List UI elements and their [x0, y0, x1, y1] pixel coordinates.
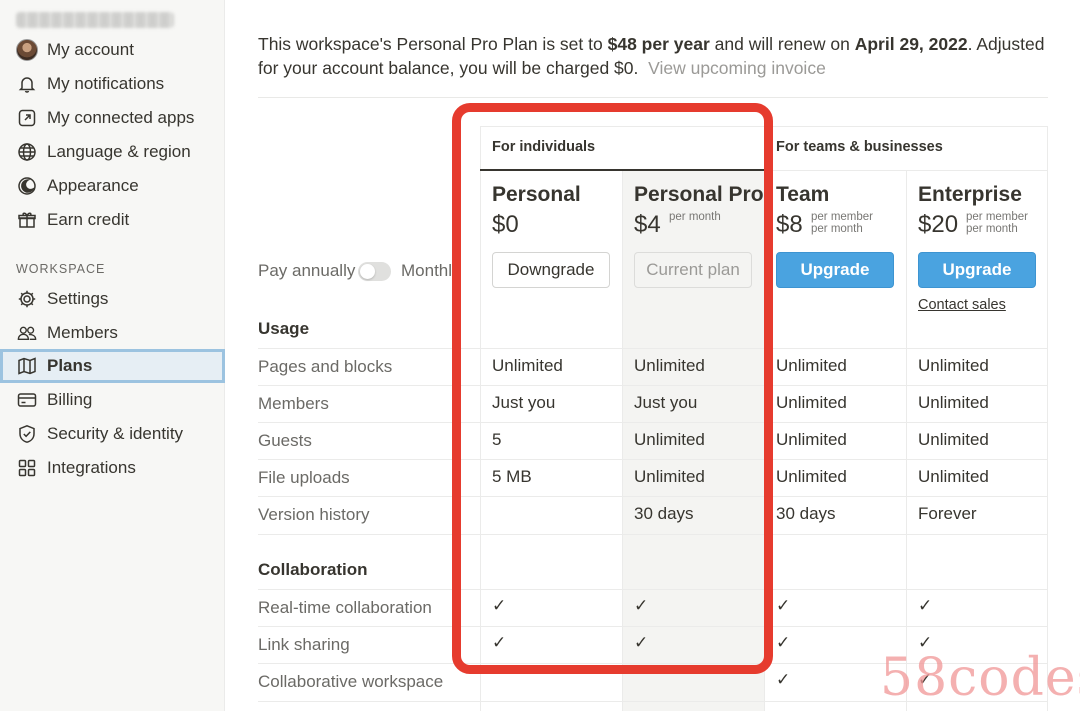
feature-label: File uploads: [258, 468, 350, 487]
plan-unit-line: per member: [966, 211, 1028, 223]
check-icon: ✓: [918, 596, 933, 615]
divider: [258, 97, 1048, 98]
plan-name-enterprise: Enterprise: [918, 183, 1022, 206]
table-cell: Unlimited: [776, 430, 847, 449]
plan-price-team: $8: [776, 211, 803, 238]
sidebar-item-appearance[interactable]: Appearance: [0, 169, 225, 203]
sidebar-item-label: Earn credit: [47, 210, 130, 229]
feature-label: Real-time collaboration: [258, 598, 432, 617]
sidebar-item-language-region[interactable]: Language & region: [0, 135, 225, 169]
bell-icon: [16, 73, 38, 95]
check-icon: ✓: [776, 670, 791, 689]
account-email-redacted: [16, 12, 174, 28]
sidebar-item-members[interactable]: Members: [0, 316, 225, 350]
table-cell: 30 days: [776, 504, 836, 523]
annotation-highlight-box: [452, 103, 773, 674]
check-icon: ✓: [776, 633, 791, 652]
sidebar-item-my-connected-apps[interactable]: My connected apps: [0, 101, 225, 135]
pay-annually-label: Pay annually: [258, 261, 356, 280]
sidebar-item-label: My connected apps: [47, 108, 195, 127]
gear-icon: [16, 288, 38, 310]
sidebar-item-label: Settings: [47, 289, 109, 308]
map-icon: [16, 355, 38, 377]
view-upcoming-invoice-link[interactable]: View upcoming invoice: [648, 58, 826, 78]
column-divider: [1047, 126, 1048, 711]
sidebar-item-my-account[interactable]: My account: [0, 33, 225, 67]
column-divider: [906, 171, 907, 711]
sidebar-item-label: Integrations: [47, 458, 136, 477]
feature-label: Collaborative workspace: [258, 672, 444, 691]
contact-sales-link[interactable]: Contact sales: [918, 297, 1006, 313]
table-cell: Unlimited: [918, 356, 989, 375]
sidebar-item-label: Plans: [47, 356, 93, 375]
check-icon: ✓: [776, 596, 791, 615]
sidebar-item-label: My account: [47, 40, 134, 59]
workspace-section-label: WORKSPACE: [16, 262, 106, 276]
notice-text: This workspace's Personal Pro Plan is se…: [258, 34, 608, 54]
plan-price-enterprise: $20: [918, 211, 959, 238]
external-link-icon: [16, 107, 38, 129]
feature-label: Pages and blocks: [258, 357, 393, 376]
table-cell: Unlimited: [776, 356, 847, 375]
table-cell: Unlimited: [776, 393, 847, 412]
section-title-collaboration: Collaboration: [258, 560, 368, 579]
billing-period-toggle[interactable]: [358, 262, 391, 281]
feature-label: Link sharing: [258, 635, 350, 654]
grid-icon: [16, 457, 38, 479]
feature-label: Guests: [258, 431, 312, 450]
plan-unit-team: per member per month: [811, 211, 873, 235]
group-label-teams: For teams & businesses: [776, 139, 943, 155]
shield-icon: [16, 423, 38, 445]
settings-sidebar: My account My notifications My connected…: [0, 0, 225, 711]
globe-icon: [16, 141, 38, 163]
sidebar-item-label: Language & region: [47, 142, 191, 161]
sidebar-item-my-notifications[interactable]: My notifications: [0, 67, 225, 101]
sidebar-item-label: Security & identity: [47, 424, 184, 443]
upgrade-team-button[interactable]: Upgrade: [776, 252, 894, 288]
sidebar-item-label: Appearance: [47, 176, 139, 195]
table-cell: Unlimited: [918, 393, 989, 412]
notice-price: $48 per year: [607, 34, 710, 54]
row-divider: [764, 170, 1048, 171]
feature-label: Version history: [258, 505, 370, 524]
sidebar-item-settings[interactable]: Settings: [0, 282, 225, 316]
table-cell: Unlimited: [918, 430, 989, 449]
avatar: [16, 39, 38, 61]
sidebar-item-label: Members: [47, 323, 118, 342]
sidebar-item-label: Billing: [47, 390, 93, 409]
people-icon: [16, 322, 38, 344]
notice-text: and will renew on: [709, 34, 855, 54]
table-cell: Unlimited: [776, 467, 847, 486]
plan-renewal-notice: This workspace's Personal Pro Plan is se…: [258, 32, 1048, 80]
plan-unit-enterprise: per member per month: [966, 211, 1028, 235]
notice-renewal-date: April 29, 2022: [854, 34, 968, 54]
plan-name-team: Team: [776, 183, 830, 206]
moon-icon: [16, 175, 38, 197]
table-cell: Forever: [918, 504, 977, 523]
sidebar-item-billing[interactable]: Billing: [0, 383, 225, 417]
plan-unit-line: per member: [811, 211, 873, 223]
gift-icon: [16, 209, 38, 231]
sidebar-item-label: My notifications: [47, 74, 165, 93]
watermark: 58codes: [880, 648, 1080, 708]
sidebar-item-plans[interactable]: Plans: [0, 349, 225, 383]
sidebar-item-earn-credit[interactable]: Earn credit: [0, 203, 225, 237]
plan-unit-line: per month: [811, 223, 863, 235]
upgrade-enterprise-button[interactable]: Upgrade: [918, 252, 1036, 288]
sidebar-item-integrations[interactable]: Integrations: [0, 451, 225, 485]
feature-label: Members: [258, 394, 329, 413]
sidebar-item-security-identity[interactable]: Security & identity: [0, 417, 225, 451]
monthly-label: Monthly: [401, 261, 451, 280]
plan-unit-line: per month: [966, 223, 1018, 235]
credit-card-icon: [16, 389, 38, 411]
section-title-usage: Usage: [258, 319, 310, 338]
table-cell: Unlimited: [918, 467, 989, 486]
